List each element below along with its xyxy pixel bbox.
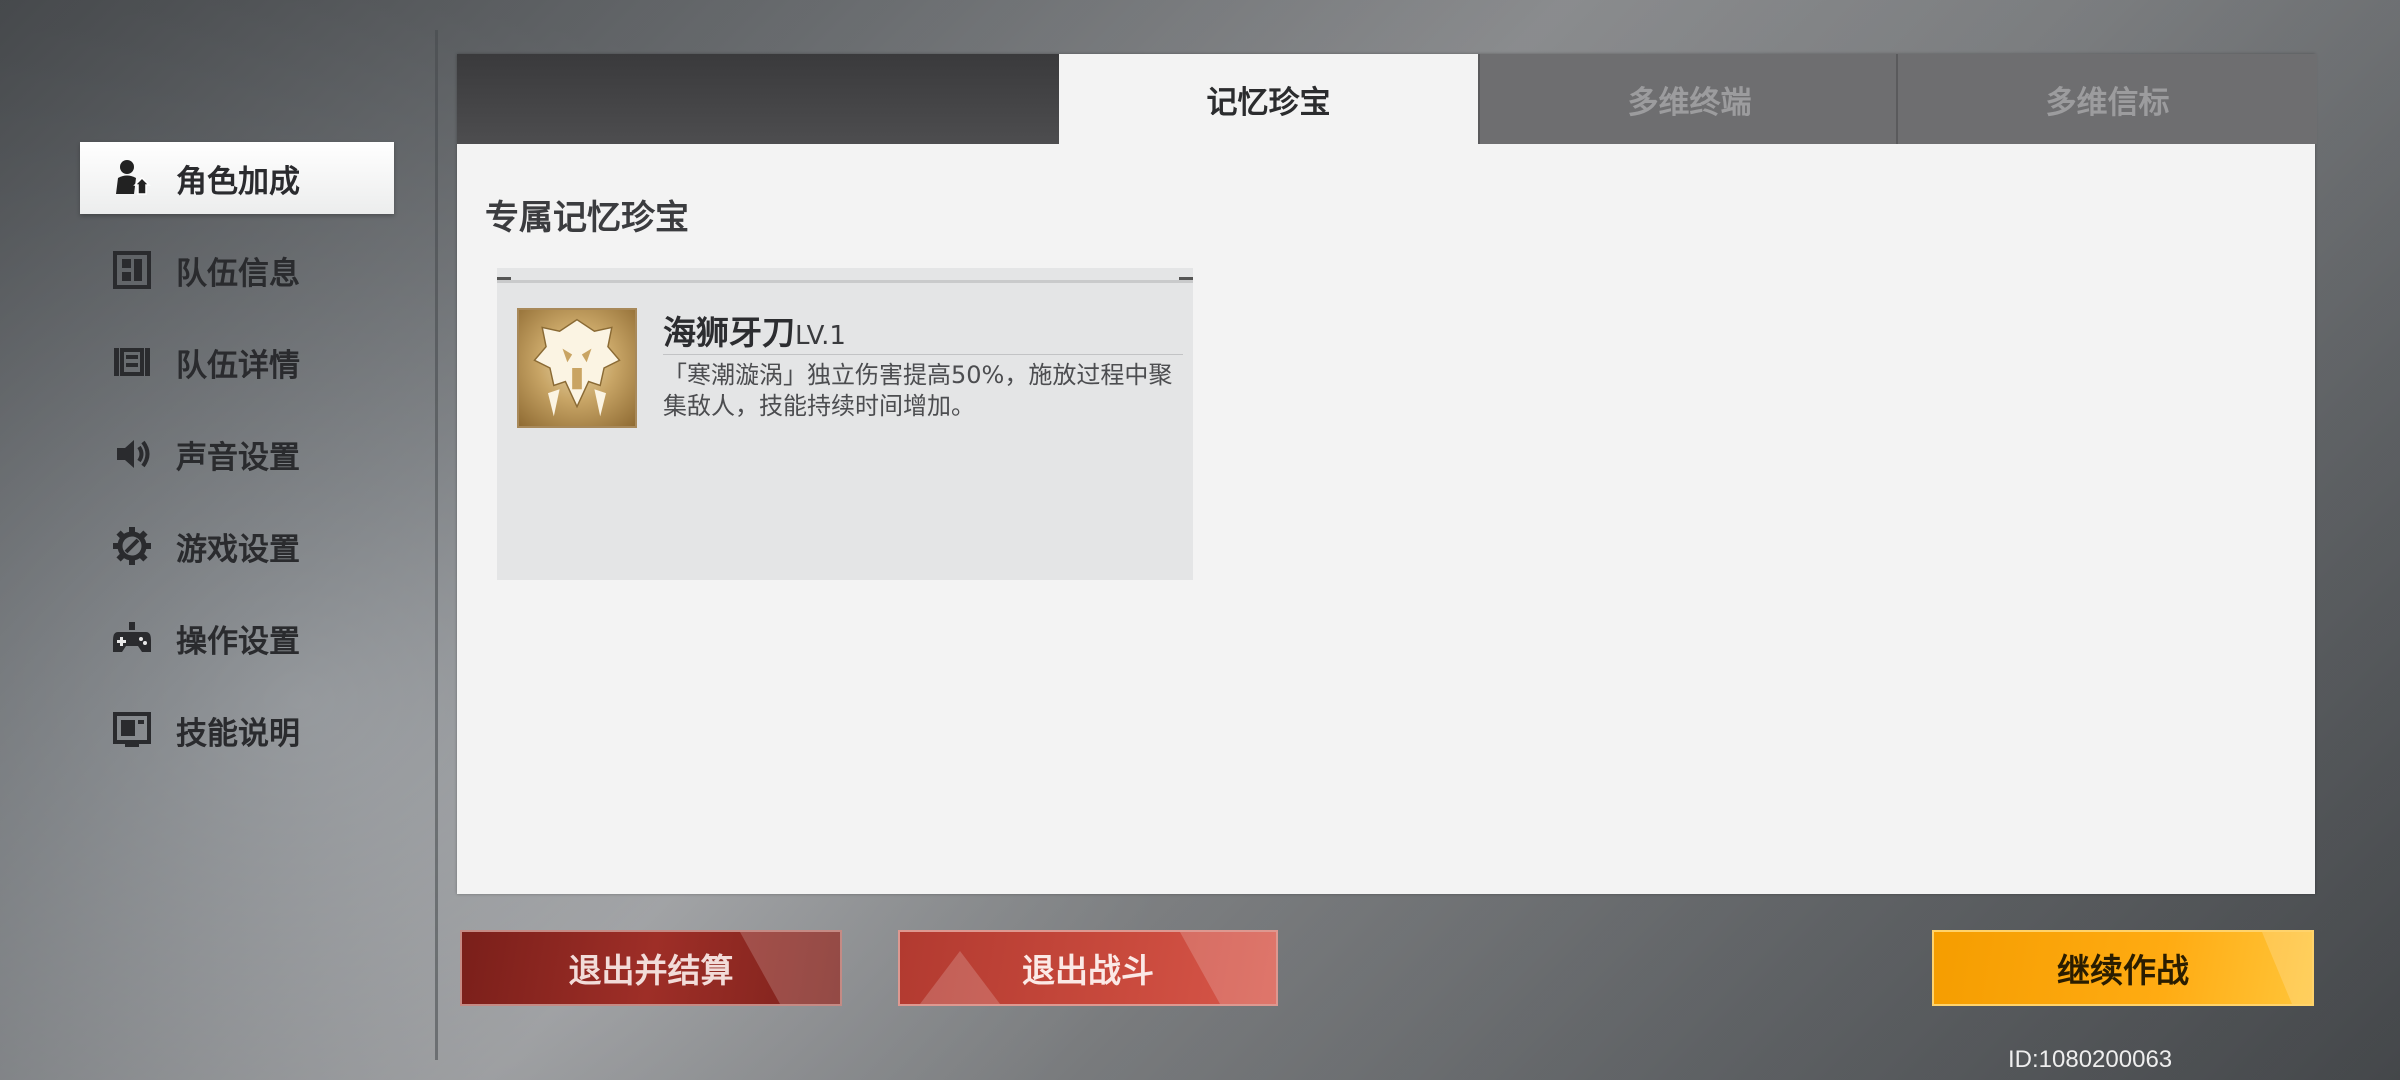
section-title: 专属记忆珍宝 xyxy=(485,198,689,238)
sidebar-item-sound-settings[interactable]: 声音设置 xyxy=(80,418,394,490)
sidebar-item-label: 操作设置 xyxy=(176,623,300,660)
sidebar-item-skill-description[interactable]: 技能说明 xyxy=(80,694,394,766)
gamepad-icon xyxy=(110,616,154,660)
button-decoration xyxy=(2262,932,2312,1004)
sea-lion-fang-emblem-icon xyxy=(517,308,637,428)
card-top-bar xyxy=(497,268,1193,283)
sidebar-item-label: 队伍信息 xyxy=(176,255,300,292)
tab-multidimensional-beacon[interactable]: 多维信标 xyxy=(1896,54,2317,144)
tab-multidimensional-terminal[interactable]: 多维终端 xyxy=(1478,54,1899,144)
character-bonus-icon xyxy=(110,156,154,200)
card-corner-mark xyxy=(1179,277,1193,280)
player-id-text: ID:1080200063 xyxy=(2008,1046,2173,1073)
card-corner-mark xyxy=(497,277,511,280)
sidebar-item-control-settings[interactable]: 操作设置 xyxy=(80,602,394,674)
relic-level: LV.1 xyxy=(795,321,846,351)
button-label: 退出并结算 xyxy=(568,951,734,990)
sidebar-item-label: 声音设置 xyxy=(176,439,300,476)
tab-label: 多维终端 xyxy=(1627,84,1752,121)
sidebar-item-label: 角色加成 xyxy=(176,163,300,200)
sidebar-item-character-bonus[interactable]: 角色加成 xyxy=(80,142,394,214)
relic-card[interactable]: 海狮牙刀LV.1 「寒潮漩涡」独立伤害提高50%，施放过程中聚集敌人，技能持续时… xyxy=(497,268,1193,580)
tab-label: 记忆珍宝 xyxy=(1206,84,1331,121)
button-label: 继续作战 xyxy=(2057,951,2189,990)
tab-memory-treasure[interactable]: 记忆珍宝 xyxy=(1059,54,1478,144)
sidebar-item-team-info[interactable]: 队伍信息 xyxy=(80,234,394,306)
main-panel: 记忆珍宝 多维终端 多维信标 专属记忆珍宝 海狮牙刀LV.1 「寒潮漩涡」独立伤… xyxy=(457,54,2317,894)
exit-battle-button[interactable]: 退出战斗 xyxy=(898,930,1278,1006)
tab-label: 多维信标 xyxy=(2045,84,2170,121)
sidebar-item-label: 技能说明 xyxy=(176,715,300,752)
relic-description: 「寒潮漩涡」独立伤害提高50%，施放过程中聚集敌人，技能持续时间增加。 xyxy=(663,361,1173,420)
tab-bar: 记忆珍宝 多维终端 多维信标 xyxy=(457,54,2317,144)
relic-divider xyxy=(663,354,1183,355)
divider-line xyxy=(435,30,438,1060)
team-details-icon xyxy=(110,340,154,384)
button-label: 退出战斗 xyxy=(1022,951,1154,990)
sidebar: 角色加成 队伍信息 队伍详情 声音设置 游戏设置 操作设置 技能说明 xyxy=(80,142,394,786)
sidebar-item-team-details[interactable]: 队伍详情 xyxy=(80,326,394,398)
relic-name: 海狮牙刀LV.1 xyxy=(663,306,846,354)
team-info-icon xyxy=(110,248,154,292)
gear-icon xyxy=(110,524,154,568)
exit-and-settle-button[interactable]: 退出并结算 xyxy=(460,930,842,1006)
sidebar-item-game-settings[interactable]: 游戏设置 xyxy=(80,510,394,582)
speaker-icon xyxy=(110,432,154,476)
sidebar-item-label: 队伍详情 xyxy=(176,347,300,384)
continue-battle-button[interactable]: 继续作战 xyxy=(1932,930,2314,1006)
relic-name-text: 海狮牙刀 xyxy=(663,313,795,352)
skill-screen-icon xyxy=(110,708,154,752)
sidebar-item-label: 游戏设置 xyxy=(176,531,300,568)
